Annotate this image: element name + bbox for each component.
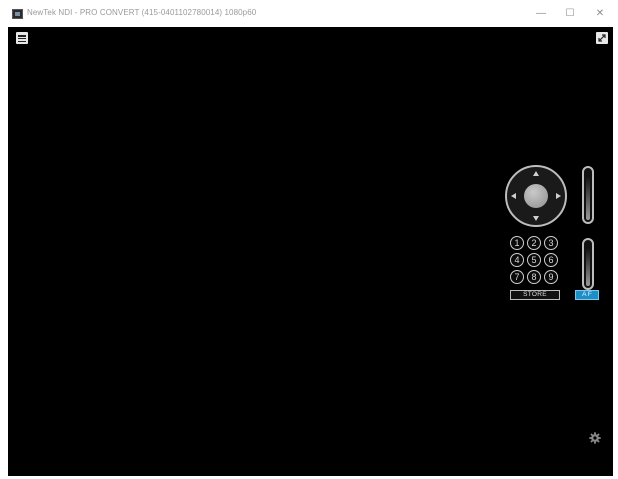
preset-button-1[interactable]: 1 [510,236,524,250]
video-viewport[interactable] [8,27,613,476]
maximize-button[interactable]: ☐ [555,4,585,24]
pan-left-arrow-icon[interactable] [511,193,516,199]
title-bar: NewTek NDI - PRO CONVERT (415-0401102780… [0,0,618,27]
zoom-slider[interactable] [582,166,594,224]
preset-button-6[interactable]: 6 [544,253,558,267]
preset-button-7[interactable]: 7 [510,270,524,284]
preset-button-3[interactable]: 3 [544,236,558,250]
tilt-up-arrow-icon[interactable] [533,171,539,176]
preset-button-4[interactable]: 4 [510,253,524,267]
store-preset-button[interactable]: STORE [510,290,560,300]
minimize-button[interactable]: — [526,4,556,24]
joystick-knob[interactable] [524,184,548,208]
close-button[interactable]: ✕ [585,4,615,24]
window-title: NewTek NDI - PRO CONVERT (415-0401102780… [27,8,257,17]
app-icon [12,9,23,19]
focus-slider-fill [586,248,590,286]
autofocus-button[interactable]: A F [575,290,599,300]
preset-button-8[interactable]: 8 [527,270,541,284]
zoom-slider-fill [586,176,590,220]
preset-button-9[interactable]: 9 [544,270,558,284]
focus-slider[interactable] [582,238,594,290]
tilt-down-arrow-icon[interactable] [533,216,539,221]
pan-right-arrow-icon[interactable] [556,193,561,199]
ptz-joystick[interactable] [505,165,567,227]
preset-button-2[interactable]: 2 [527,236,541,250]
preset-button-5[interactable]: 5 [527,253,541,267]
expand-icon[interactable] [596,32,608,44]
hamburger-menu-icon[interactable] [16,32,28,44]
gear-icon[interactable] [589,431,601,444]
